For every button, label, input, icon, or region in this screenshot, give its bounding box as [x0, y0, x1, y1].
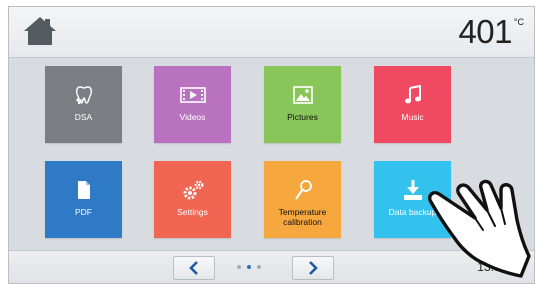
- tile-label: DSA: [74, 112, 93, 122]
- page-dot[interactable]: [237, 265, 241, 269]
- tile-dsa[interactable]: DSA: [45, 66, 122, 143]
- tile-settings[interactable]: Settings: [154, 161, 231, 238]
- page-indicator: [237, 265, 261, 269]
- previous-page-button[interactable]: [173, 256, 215, 280]
- tile-label: PDF: [75, 207, 92, 217]
- chevron-left-icon: [189, 261, 198, 275]
- gears-icon: [181, 179, 205, 201]
- tile-label: Temperature calibration: [278, 207, 327, 227]
- temperature-value: 401: [458, 13, 512, 50]
- tile-videos[interactable]: Videos: [154, 66, 231, 143]
- tile-pdf[interactable]: PDF: [45, 161, 122, 238]
- tile-label: Settings: [177, 207, 208, 217]
- tile-temperature-calibration[interactable]: Temperature calibration: [264, 161, 341, 238]
- calibration-icon: [293, 179, 313, 201]
- home-icon: [24, 17, 56, 45]
- film-icon: [179, 84, 206, 106]
- music-note-icon: [404, 84, 422, 106]
- tile-music[interactable]: Music: [374, 66, 451, 143]
- tile-label: Music: [401, 112, 424, 122]
- pointing-hand-icon: [428, 179, 531, 278]
- temperature-unit: °C: [513, 17, 524, 27]
- document-icon: [76, 179, 92, 201]
- page-dot-active[interactable]: [247, 265, 251, 269]
- tile-pictures[interactable]: Pictures: [264, 66, 341, 143]
- touch-screen: 401 °C DSA Videos Pictures Music PDF Set…: [0, 0, 541, 284]
- picture-icon: [292, 84, 313, 106]
- tile-label: Pictures: [287, 112, 318, 122]
- chevron-right-icon: [309, 261, 318, 275]
- home-button[interactable]: [23, 16, 57, 46]
- tooth-icon: [74, 84, 94, 106]
- page-dot[interactable]: [257, 265, 261, 269]
- header-bar: 401 °C: [9, 7, 534, 58]
- next-page-button[interactable]: [292, 256, 334, 280]
- download-icon: [402, 179, 424, 201]
- tile-label: Videos: [179, 112, 206, 122]
